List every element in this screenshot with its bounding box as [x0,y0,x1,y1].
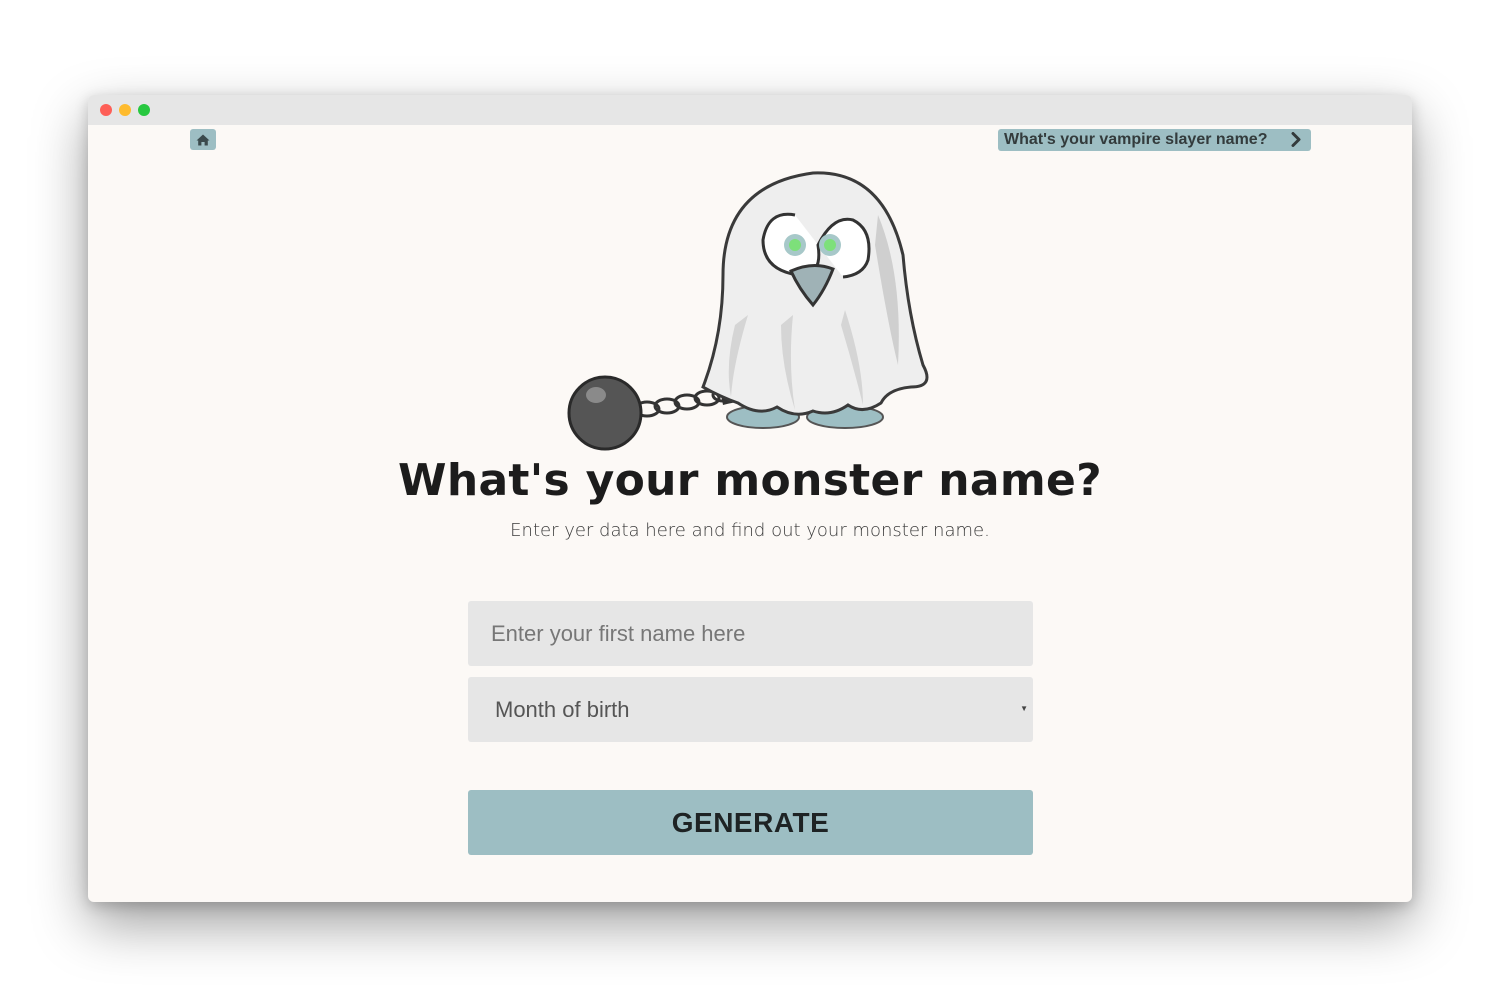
dropdown-caret-icon: ▼ [1020,704,1028,713]
vampire-slayer-name-link[interactable]: What's your vampire slayer name? [998,129,1311,151]
first-name-input[interactable] [468,601,1033,666]
browser-window: What's your vampire slayer name? What's … [88,95,1412,902]
page-title: What's your monster name? [397,455,1103,506]
zoom-window-button[interactable] [138,104,150,116]
chevron-right-icon [1291,132,1301,147]
month-of-birth-select[interactable]: Month of birth ▼ [468,677,1033,742]
title-bar [88,95,1412,125]
next-link-label: What's your vampire slayer name? [1004,131,1268,148]
page-subtitle: Enter yer data here and find out your mo… [510,520,990,541]
month-select-value: Month of birth [495,696,630,722]
home-button[interactable] [190,129,216,150]
ghost-illustration [567,171,929,451]
close-window-button[interactable] [100,104,112,116]
minimize-window-button[interactable] [119,104,131,116]
iron-ball [567,375,643,451]
generate-button[interactable]: GENERATE [468,790,1033,855]
home-icon [196,134,210,145]
